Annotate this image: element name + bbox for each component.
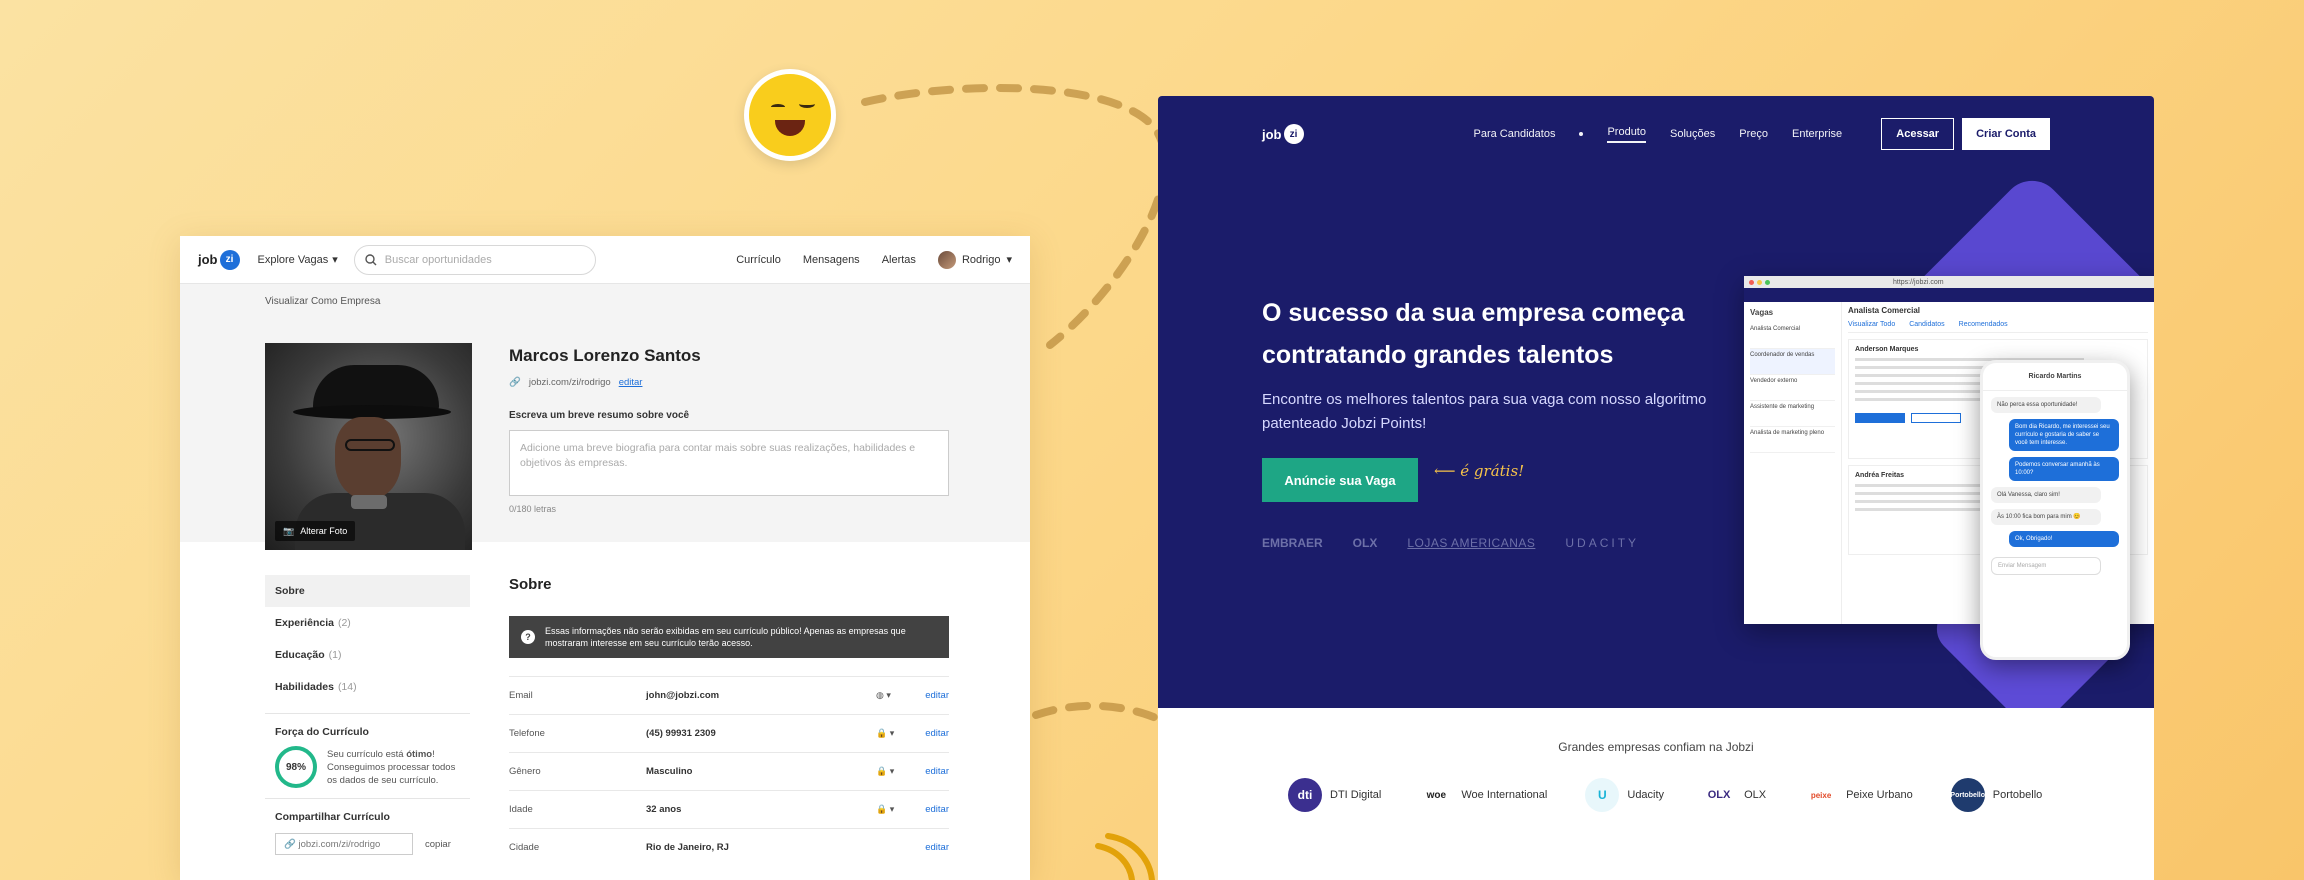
signup-button[interactable]: Criar Conta xyxy=(1962,118,2050,150)
partner-logo-lojas-americanas: LOJAS AMERICANAS xyxy=(1407,536,1536,550)
chevron-down-icon: ▾ xyxy=(332,254,338,266)
nav-link-alerts[interactable]: Alertas xyxy=(882,254,916,266)
nav-item-pricing[interactable]: Preço xyxy=(1739,128,1768,140)
profile-photo: 📷 Alterar Foto xyxy=(265,343,472,550)
field-row-email: Email john@jobzi.com ◍ ▾ editar xyxy=(509,676,949,714)
trusted-companies-title: Grandes empresas confiam na Jobzi xyxy=(1558,740,1754,754)
login-button[interactable]: Acessar xyxy=(1881,118,1955,150)
character-count: 0/180 letras xyxy=(509,504,557,514)
copy-button[interactable]: copiar xyxy=(425,839,451,850)
profile-name: Marcos Lorenzo Santos xyxy=(509,346,701,365)
view-as-company-link[interactable]: Visualizar Como Empresa xyxy=(265,296,380,307)
company-logo-peixe-urbano: peixe Peixe Urbano xyxy=(1804,778,1913,812)
nav-item-solutions[interactable]: Soluções xyxy=(1670,128,1715,140)
search-input[interactable]: Buscar oportunidades xyxy=(353,244,596,275)
jobzi-logo[interactable]: job zi xyxy=(1262,124,1304,144)
top-navbar: job zi Para Candidatos Produto Soluções P… xyxy=(1158,96,2154,172)
company-logo-dti: dti DTI Digital xyxy=(1288,778,1381,812)
avatar xyxy=(937,250,956,269)
question-icon: ? xyxy=(521,630,535,644)
share-resume-title: Compartilhar Currículo xyxy=(275,811,390,823)
about-section-title: Sobre xyxy=(509,576,552,593)
company-logo-portobello: Portobello Portobello xyxy=(1950,778,2042,812)
edit-gender-link[interactable]: editar xyxy=(925,766,949,777)
nav-link-messages[interactable]: Mensagens xyxy=(803,254,860,266)
company-logo-woe: woe Woe International xyxy=(1419,778,1547,812)
field-row-gender: Gênero Masculino 🔒 ▾ editar xyxy=(509,752,949,790)
separator-dot xyxy=(1579,132,1584,136)
post-job-button[interactable]: Anúncie sua Vaga xyxy=(1262,458,1418,502)
user-menu[interactable]: Rodrigo ▾ xyxy=(937,250,1012,269)
edit-email-link[interactable]: editar xyxy=(925,690,949,701)
partner-logos: EMBRAER OLX LOJAS AMERICANAS UDACITY xyxy=(1262,536,1639,550)
field-row-phone: Telefone (45) 99931 2309 🔒 ▾ editar xyxy=(509,714,949,752)
profile-sidebar: Sobre Experiência (2) Educação (1) Habilid… xyxy=(265,575,470,855)
lock-icon[interactable]: 🔒 ▾ xyxy=(876,804,916,815)
nav-item-enterprise[interactable]: Enterprise xyxy=(1792,128,1842,140)
partner-logo-udacity: UDACITY xyxy=(1565,536,1640,550)
company-logo-udacity: U Udacity xyxy=(1585,778,1664,812)
profile-page-screenshot: job zi Explore Vagas ▾ Buscar oportunidade… xyxy=(180,236,1030,880)
partner-logo-olx: OLX xyxy=(1352,536,1378,550)
lock-icon[interactable]: 🔒 ▾ xyxy=(876,766,916,777)
strength-text: Seu currículo está ótimo! Conseguimos pr… xyxy=(327,748,456,786)
hero-title: O sucesso da sua empresa começa contrata… xyxy=(1262,299,1685,369)
free-annotation: ⟵ é grátis! xyxy=(1434,462,1525,480)
partner-logo-embraer: EMBRAER xyxy=(1262,536,1323,550)
bio-textarea[interactable]: Adicione uma breve biografia para contar… xyxy=(509,430,949,496)
company-logo-olx: OLX OLX xyxy=(1702,778,1766,812)
lock-icon[interactable]: 🔒 ▾ xyxy=(876,728,916,739)
explore-jobs-dropdown[interactable]: Explore Vagas ▾ xyxy=(258,253,338,267)
profile-url: 🔗 jobzi.com/zi/rodrigo editar xyxy=(509,377,643,388)
sidebar-item-about[interactable]: Sobre xyxy=(265,575,470,607)
privacy-notice: ? Essas informações não serão exibidas e… xyxy=(509,616,949,658)
phone-chat-preview: Ricardo Martins Não perca essa oportunid… xyxy=(1980,360,2130,660)
edit-age-link[interactable]: editar xyxy=(925,804,949,815)
search-icon xyxy=(365,253,377,265)
bio-label: Escreva um breve resumo sobre você xyxy=(509,410,690,421)
camera-icon: 📷 xyxy=(283,525,295,536)
top-navbar: job zi Explore Vagas ▾ Buscar oportunidade… xyxy=(180,236,1030,284)
edit-city-link[interactable]: editar xyxy=(925,842,949,853)
share-url-field[interactable]: 🔗 jobzi.com/zi/rodrigo xyxy=(275,833,413,855)
chevron-down-icon: ▾ xyxy=(1006,254,1012,266)
field-row-city: Cidade Rio de Janeiro, RJ editar xyxy=(509,828,949,866)
link-icon: 🔗 xyxy=(509,377,521,388)
edit-phone-link[interactable]: editar xyxy=(925,728,949,739)
resume-strength-title: Força do Currículo xyxy=(275,726,369,738)
field-row-age: Idade 32 anos 🔒 ▾ editar xyxy=(509,790,949,828)
nav-link-resume[interactable]: Currículo xyxy=(736,254,781,266)
visibility-globe-icon[interactable]: ◍ ▾ xyxy=(876,690,916,701)
sidebar-item-education[interactable]: Educação (1) xyxy=(265,639,470,671)
nav-item-product[interactable]: Produto xyxy=(1607,126,1646,143)
sidebar-item-experience[interactable]: Experiência (2) xyxy=(265,607,470,639)
link-icon: 🔗 xyxy=(284,838,299,850)
hero-subtitle: Encontre os melhores talentos para sua v… xyxy=(1262,391,1707,432)
edit-url-link[interactable]: editar xyxy=(619,377,643,388)
change-photo-button[interactable]: 📷 Alterar Foto xyxy=(275,521,356,541)
nav-item-candidates[interactable]: Para Candidatos xyxy=(1474,128,1556,140)
jobzi-logo[interactable]: job zi xyxy=(198,249,240,270)
laughing-emoji-icon xyxy=(744,69,836,161)
landing-page-screenshot: job zi Para Candidatos Produto Soluções P… xyxy=(1158,96,2154,880)
sidebar-item-skills[interactable]: Habilidades (14) xyxy=(265,671,470,703)
trusted-companies-section: Grandes empresas confiam na Jobzi dti DTI… xyxy=(1158,708,2154,880)
strength-gauge: 98% xyxy=(275,746,317,788)
